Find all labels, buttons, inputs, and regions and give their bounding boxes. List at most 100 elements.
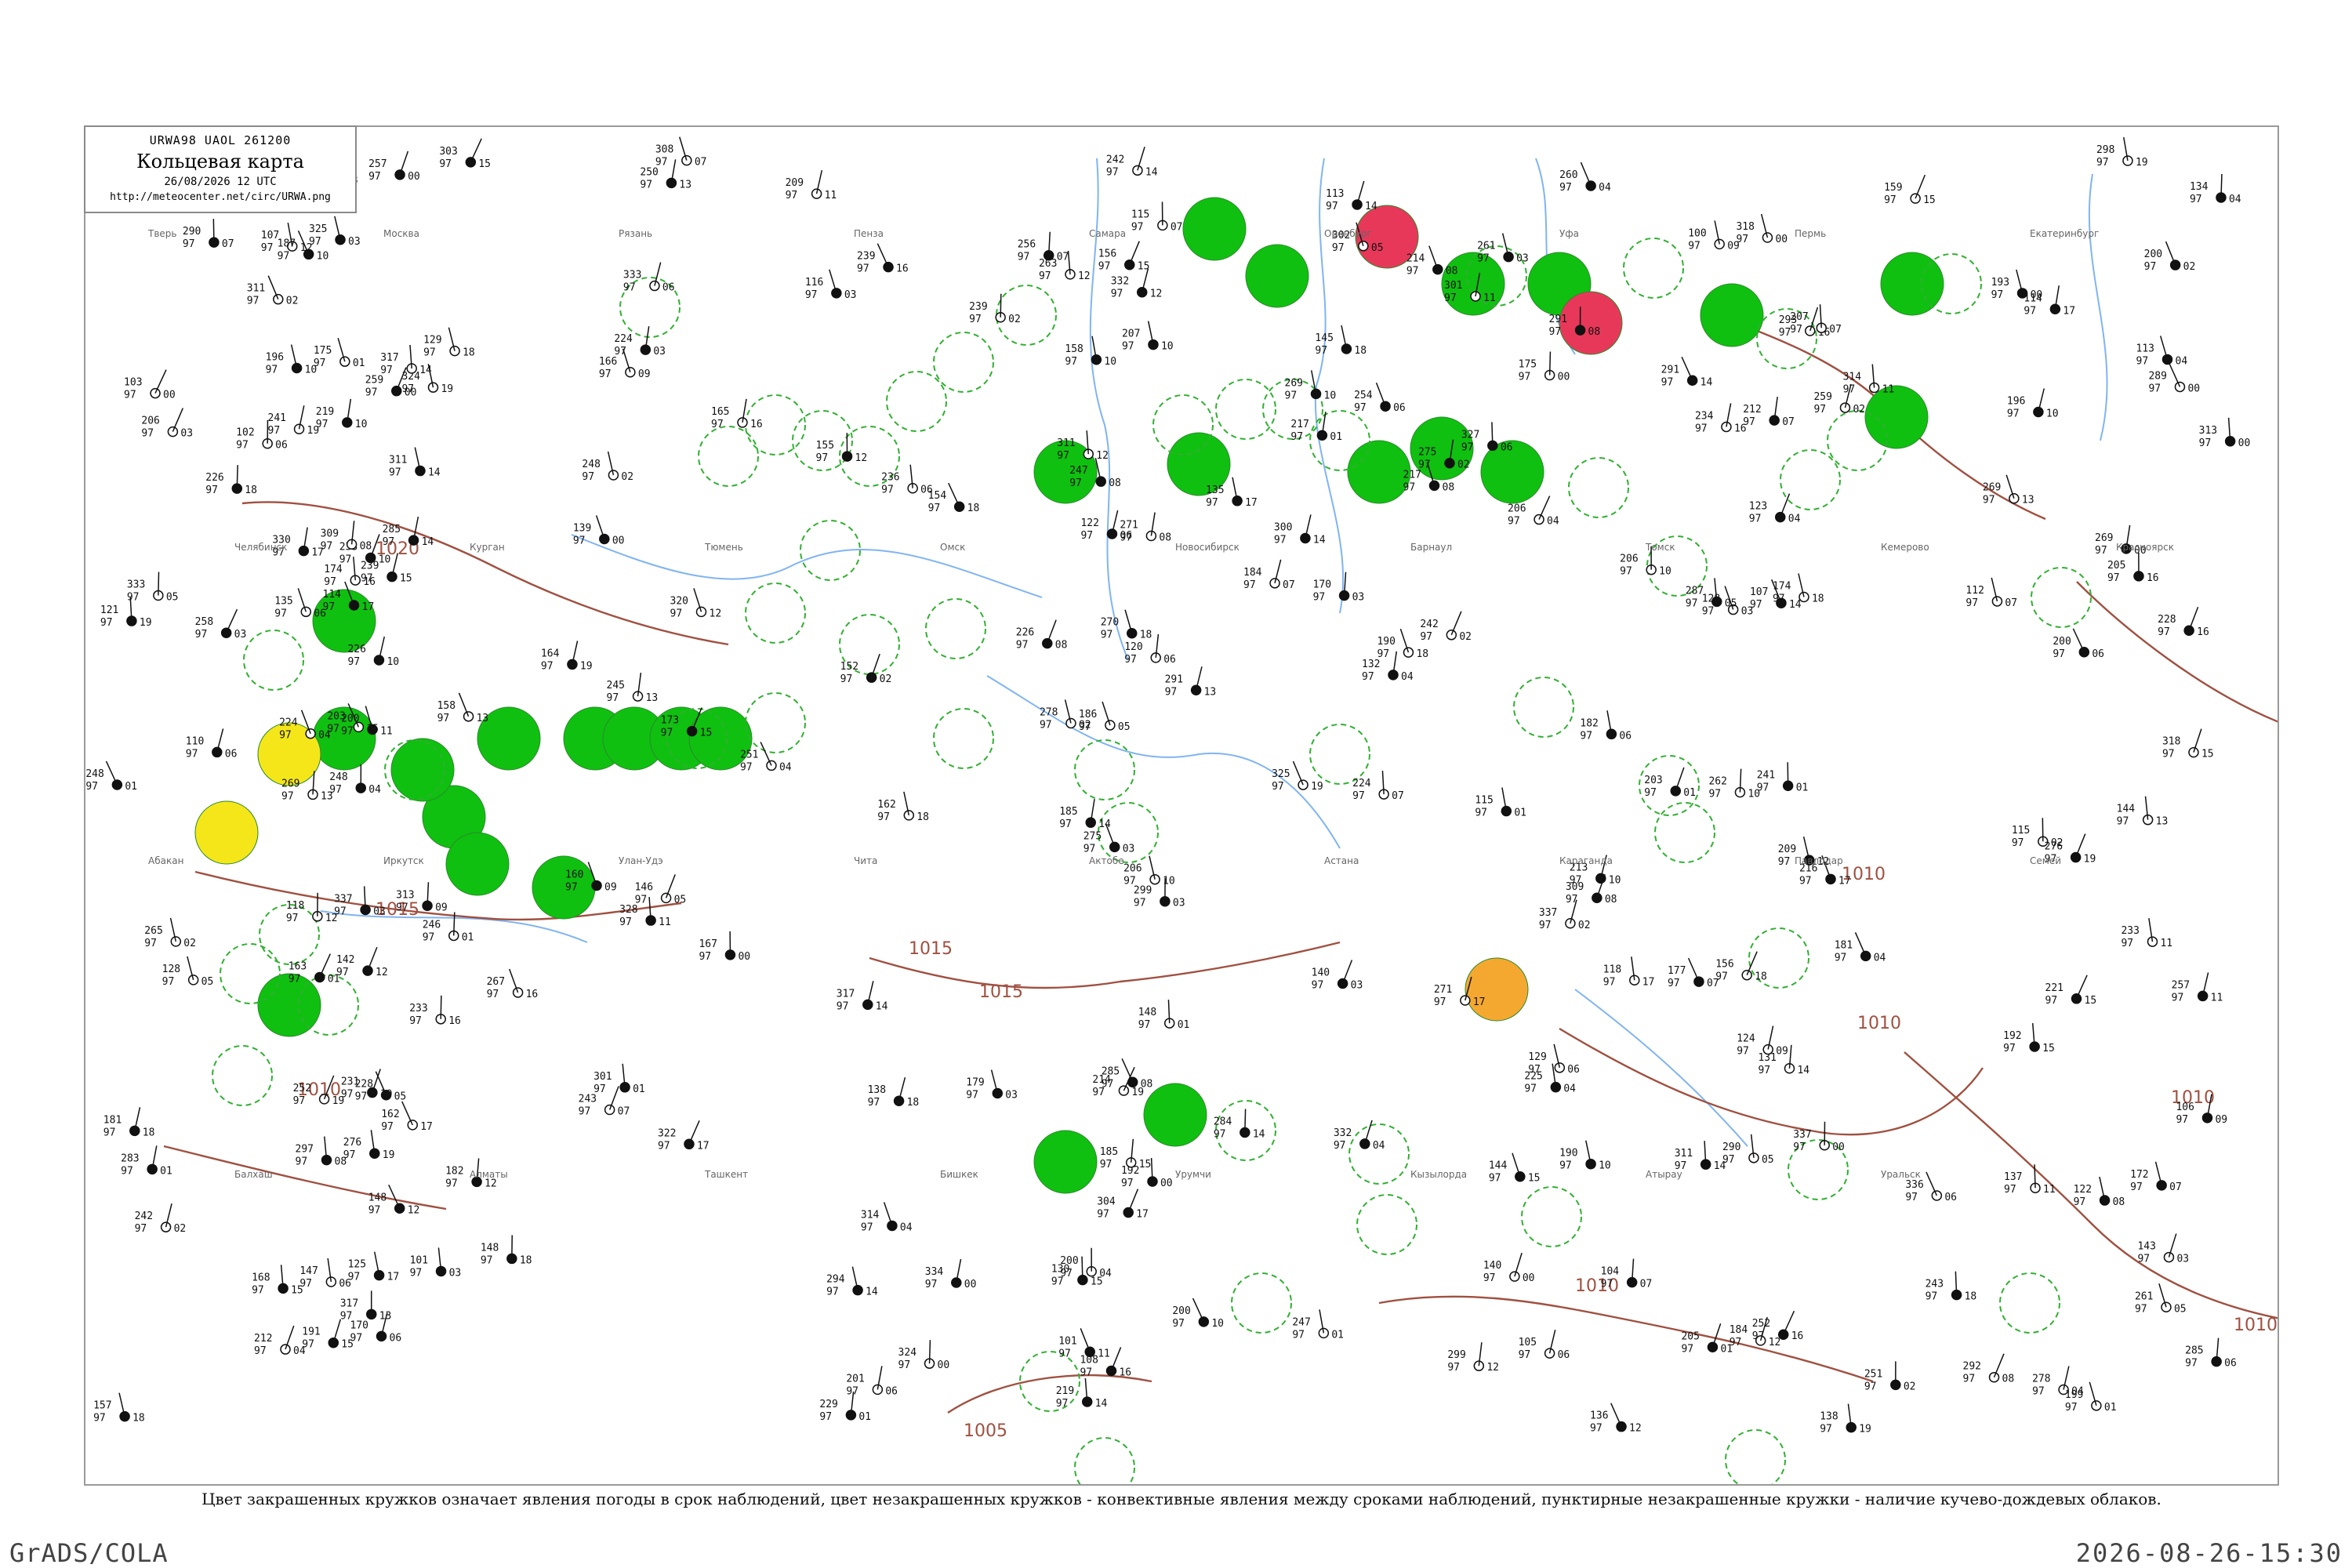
svg-text:124: 124 [1737,1033,1755,1045]
svg-text:03: 03 [1123,843,1135,855]
svg-text:04: 04 [1563,1083,1576,1095]
svg-text:06: 06 [1393,402,1406,414]
svg-text:Омск: Омск [940,542,965,553]
svg-text:00: 00 [163,390,176,401]
ring-map-canvas[interactable]: 1020102010151015101510101010101010101010… [85,127,2279,1486]
svg-text:333: 333 [127,579,145,591]
svg-text:02: 02 [1459,631,1472,643]
svg-text:252: 252 [293,1083,311,1094]
svg-text:19: 19 [383,1149,395,1161]
station-model: 21997 10 [316,398,368,430]
svg-text:97: 97 [1686,597,1698,609]
svg-text:97: 97 [365,387,378,399]
station-model: 31197 14 [1675,1141,1726,1172]
svg-text:97: 97 [1813,404,1826,416]
station-model: 32597 03 [309,216,361,248]
svg-text:Пермь: Пермь [1795,228,1826,239]
river-5 [986,675,1341,849]
svg-text:Улан-Удэ: Улан-Удэ [619,855,663,866]
svg-text:97: 97 [2107,572,2120,584]
render-timestamp: 2026-08-26-15:30 [2075,1538,2343,1568]
svg-text:12: 12 [1769,1337,1781,1348]
station-model: 13497 04 [2190,173,2241,205]
svg-text:97: 97 [640,179,652,191]
source-url[interactable]: http://meteocenter.net/circ/URWA.png [85,191,355,203]
station-model: 20597 16 [2107,552,2159,584]
svg-text:97: 97 [1080,1367,1092,1378]
svg-text:07: 07 [1640,1279,1653,1290]
cb-dashed-circle [1215,379,1276,440]
svg-text:285: 285 [2185,1345,2203,1357]
svg-text:97: 97 [316,419,328,430]
svg-text:97: 97 [925,1279,938,1290]
svg-text:14: 14 [1098,818,1111,830]
svg-text:01: 01 [1331,1329,1344,1341]
svg-text:193: 193 [1991,277,2009,289]
svg-text:206: 206 [141,416,159,427]
station-model: 18297 06 [1580,710,1632,742]
svg-text:97: 97 [1793,1142,1806,1153]
svg-text:97: 97 [1312,980,1324,992]
svg-text:02: 02 [174,1223,187,1235]
svg-text:13: 13 [679,179,691,191]
svg-text:145: 145 [1315,332,1333,344]
svg-text:97: 97 [1101,630,1113,641]
svg-text:97: 97 [1069,477,1082,489]
svg-text:299: 299 [1447,1349,1465,1361]
station-model: 24197 19 [268,405,319,437]
svg-text:15: 15 [1923,194,1936,206]
svg-text:97: 97 [343,1149,356,1161]
svg-text:334: 334 [925,1266,944,1278]
svg-text:97: 97 [1820,1424,1832,1436]
svg-text:09: 09 [2215,1114,2227,1126]
svg-text:97: 97 [410,1267,423,1279]
svg-text:301: 301 [1444,280,1462,292]
station-model: 22697 08 [1016,619,1067,652]
station-model: 10497 07 [1601,1258,1653,1290]
station-model: 26197 03 [1477,233,1529,265]
svg-text:97: 97 [1758,1065,1770,1076]
svg-text:97: 97 [837,1000,849,1012]
svg-text:158: 158 [1065,343,1083,355]
svg-text:97: 97 [805,289,818,301]
svg-text:212: 212 [254,1333,272,1345]
svg-text:06: 06 [2092,648,2104,660]
svg-text:02: 02 [1578,920,1591,931]
svg-text:06: 06 [1163,654,1176,666]
svg-text:97: 97 [274,608,287,619]
svg-text:05: 05 [166,592,179,604]
svg-text:97: 97 [1292,1329,1305,1341]
svg-text:97: 97 [1590,1423,1602,1435]
svg-text:02: 02 [2183,261,2196,273]
cb-dashed-circle [1513,677,1574,738]
svg-text:175: 175 [1519,358,1537,370]
svg-text:10: 10 [387,656,399,668]
svg-text:303: 303 [439,146,457,158]
station-model: 29097 05 [1722,1134,1774,1166]
svg-text:Атырау: Атырау [1646,1169,1682,1180]
named-station: Пенза [854,228,884,239]
svg-text:97: 97 [1420,631,1432,643]
svg-text:10: 10 [355,419,368,430]
svg-text:97: 97 [1524,1083,1537,1095]
svg-text:00: 00 [2187,383,2200,394]
svg-text:00: 00 [1160,1178,1173,1189]
svg-text:Пенза: Пенза [854,228,884,239]
svg-text:97: 97 [334,906,347,917]
named-station: Тюмень [704,542,743,553]
svg-text:309: 309 [321,528,339,539]
station-model: 25797 00 [368,151,420,183]
svg-text:97: 97 [966,1090,978,1102]
svg-text:97: 97 [2148,383,2161,394]
svg-text:14: 14 [1797,1065,1809,1076]
svg-text:05: 05 [2174,1303,2187,1315]
svg-text:14: 14 [1145,166,1158,178]
svg-text:135: 135 [274,595,292,607]
svg-text:251: 251 [740,749,758,760]
svg-text:261: 261 [2135,1290,2153,1302]
svg-text:07: 07 [1171,221,1183,233]
svg-text:04: 04 [368,784,381,796]
station-model: 10397 00 [124,369,176,401]
station-model: 32497 00 [898,1340,949,1371]
weather-circle-rain [1864,385,1929,449]
